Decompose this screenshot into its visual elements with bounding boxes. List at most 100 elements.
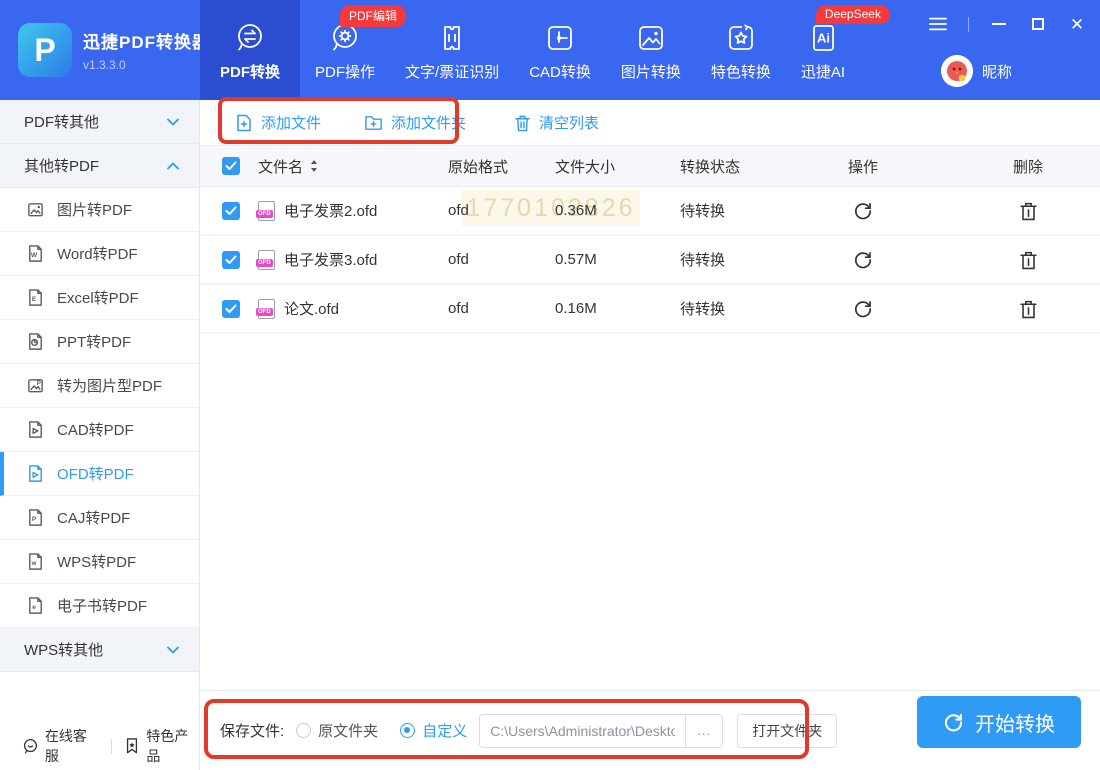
sidebar-item-caj-to-pdf[interactable]: P CAJ转PDF [0,496,199,540]
delete-row-button[interactable] [1019,201,1038,221]
file-name: 电子发票2.ofd [284,200,377,221]
file-status: 待转换 [672,298,770,319]
svg-text:W: W [31,252,38,259]
clear-list-label: 清空列表 [539,112,599,133]
output-path-group: ... [479,714,723,748]
file-format: ofd [440,202,547,219]
row-checkbox[interactable] [222,202,240,220]
tab-ai[interactable]: DeepSeek Ai 迅捷AI [786,0,860,100]
add-file-button[interactable]: 添加文件 [235,112,321,133]
tab-ocr[interactable]: 文字/票证识别 [390,0,514,100]
svg-text:Ai: Ai [817,31,830,46]
tab-pdf-operate[interactable]: PDF编辑 PDF操作 [300,0,390,100]
table-row: OFD 电子发票2.ofd ofd 0.36M 待转换 [200,187,1100,236]
file-size: 0.57M [547,251,672,268]
pdf-convert-icon [234,18,266,54]
file-name: 电子发票3.ofd [284,249,377,270]
sidebar-item-label: 图片转PDF [57,199,132,220]
close-button[interactable]: ✕ [1068,15,1086,33]
save-custom-option[interactable]: 自定义 [400,720,467,741]
caj-file-icon: P [26,508,45,527]
ofd-file-icon: OFD [258,201,275,221]
pdf-file-icon [26,464,45,483]
clear-list-icon [514,114,531,132]
delete-row-button[interactable] [1019,299,1038,319]
sidebar-item-label: PPT转PDF [57,331,131,352]
convert-refresh-button[interactable] [853,201,873,221]
row-checkbox[interactable] [222,251,240,269]
tab-cad-convert[interactable]: CAD转换 [514,0,606,100]
section-label: WPS转其他 [24,639,103,660]
svg-text:w: w [31,560,37,567]
open-folder-button[interactable]: 打开文件夹 [737,714,837,748]
sidebar-item-label: Excel转PDF [57,287,139,308]
online-support-link[interactable]: 在线客服 [22,726,98,766]
sidebar-item-word-to-pdf[interactable]: W Word转PDF [0,232,199,276]
featured-products-link[interactable]: 特色产品 [124,726,199,766]
sidebar-item-label: WPS转PDF [57,551,136,572]
ticket-scan-icon [436,18,468,54]
save-original-folder-option[interactable]: 原文件夹 [296,720,378,741]
sidebar-section-other-to-pdf[interactable]: 其他转PDF [0,144,199,188]
sidebar-item-ebook-to-pdf[interactable]: e 电子书转PDF [0,584,199,628]
column-header-status: 转换状态 [672,156,770,177]
tab-image-convert[interactable]: 图片转换 [606,0,696,100]
sidebar-item-label: 转为图片型PDF [57,375,162,396]
custom-radio[interactable] [400,723,415,738]
ofd-file-icon: OFD [258,250,275,270]
add-file-icon [235,114,253,132]
tab-special-convert[interactable]: 特色转换 [696,0,786,100]
sidebar-item-to-image-pdf[interactable]: P 转为图片型PDF [0,364,199,408]
user-account[interactable]: 昵称 [941,55,1012,87]
sidebar-item-ofd-to-pdf[interactable]: OFD转PDF [0,452,199,496]
image-pdf-icon: P [26,376,45,395]
sidebar-item-label: 电子书转PDF [57,595,147,616]
delete-row-button[interactable] [1019,250,1038,270]
file-status: 待转换 [672,249,770,270]
sidebar: PDF转其他 其他转PDF 图片转PDF W Word转PDF E [0,100,200,770]
sort-icon[interactable] [310,160,318,172]
sidebar-section-wps-to-other[interactable]: WPS转其他 [0,628,199,672]
chat-smiley-icon [22,737,39,755]
start-convert-label: 开始转换 [975,708,1055,737]
sidebar-footer: 在线客服 特色产品 [0,722,199,770]
file-format: ofd [440,251,547,268]
app-title: 迅捷PDF转换器 [83,28,210,53]
browse-button[interactable]: ... [685,715,722,747]
file-format: ofd [440,300,547,317]
sidebar-item-wps-to-pdf[interactable]: w WPS转PDF [0,540,199,584]
sidebar-item-ppt-to-pdf[interactable]: PPT转PDF [0,320,199,364]
original-folder-label: 原文件夹 [318,720,378,741]
add-file-label: 添加文件 [261,112,321,133]
deepseek-badge: DeepSeek [816,5,890,24]
tab-label: 特色转换 [711,61,771,82]
file-status: 待转换 [672,200,770,221]
sidebar-item-label: Word转PDF [57,243,138,264]
pdf-file-icon [26,420,45,439]
sidebar-section-pdf-to-other[interactable]: PDF转其他 [0,100,199,144]
sidebar-item-cad-to-pdf[interactable]: CAD转PDF [0,408,199,452]
start-convert-button[interactable]: 开始转换 [917,696,1081,748]
minimize-button[interactable] [990,15,1008,33]
save-file-label: 保存文件: [220,720,284,741]
chevron-down-icon [167,641,179,658]
convert-refresh-button[interactable] [853,250,873,270]
window-controls: ✕ [929,15,1086,33]
menu-icon[interactable] [929,15,947,33]
save-options-bar: 保存文件: 原文件夹 自定义 ... 打开文件夹 开始转换 [200,690,1100,770]
clear-list-button[interactable]: 清空列表 [514,112,599,133]
select-all-checkbox[interactable] [222,157,240,175]
sidebar-item-excel-to-pdf[interactable]: E Excel转PDF [0,276,199,320]
table-header: 文件名 原始格式 文件大小 转换状态 操作 删除 [200,146,1100,187]
app-window: P 迅捷PDF转换器 v1.3.3.0 PDF转换 PDF编辑 [0,0,1100,770]
sidebar-item-image-to-pdf[interactable]: 图片转PDF [0,188,199,232]
section-label: 其他转PDF [24,155,99,176]
svg-text:E: E [32,296,37,303]
maximize-button[interactable] [1029,15,1047,33]
output-path-input[interactable] [480,715,685,747]
tab-pdf-convert[interactable]: PDF转换 [200,0,300,100]
convert-refresh-button[interactable] [853,299,873,319]
row-checkbox[interactable] [222,300,240,318]
original-folder-radio[interactable] [296,723,311,738]
add-folder-button[interactable]: 添加文件夹 [364,112,466,133]
